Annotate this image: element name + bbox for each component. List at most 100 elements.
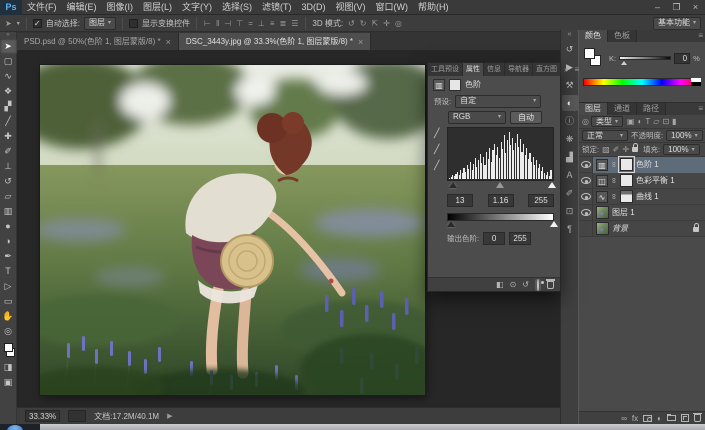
gamma-input-slider[interactable] <box>496 182 505 188</box>
document-tab[interactable]: PSD.psd @ 50%(色阶 1, 图层蒙版/8) * × <box>17 33 179 50</box>
black-input-slider[interactable] <box>449 182 458 188</box>
layer-row-body[interactable]: ▥ ∞ 色阶 1 <box>593 156 705 173</box>
white-point-eyedropper[interactable]: ╱ <box>434 161 446 170</box>
curves-adjustment-thumbnail[interactable]: ∿ <box>596 190 608 203</box>
black-point-eyedropper[interactable]: ╱ <box>434 129 446 138</box>
levels-adjustment-thumbnail[interactable]: ▥ <box>596 158 608 171</box>
filter-image-icon[interactable]: ▣ <box>627 116 635 128</box>
delete-adjustment-icon[interactable] <box>546 279 555 289</box>
move-tool-icon[interactable]: ➤ <box>4 16 13 31</box>
blend-mode-dropdown[interactable]: 正常 ▾ <box>582 130 628 141</box>
output-black-field[interactable]: 0 <box>483 231 506 245</box>
new-layer-icon[interactable] <box>681 414 689 422</box>
color-tab[interactable]: 颜色 <box>579 30 608 42</box>
screen-mode-button[interactable]: ▣ <box>0 375 17 390</box>
black-swatch[interactable] <box>691 82 701 86</box>
layer-visibility-toggle[interactable] <box>579 172 593 189</box>
brush-tool[interactable]: ✐ <box>0 144 17 159</box>
menu-item[interactable]: 编辑(E) <box>62 0 102 15</box>
menu-item[interactable]: 窗口(W) <box>371 0 414 15</box>
spot-healing-brush-tool[interactable]: ✚ <box>0 129 17 144</box>
3d-rotate-icon[interactable]: ↺ <box>347 16 356 31</box>
layer-row-body[interactable]: 背景 <box>593 221 705 237</box>
color-spectrum-ramp[interactable] <box>583 78 701 86</box>
align-left-icon[interactable]: ⊢ <box>203 16 212 31</box>
menu-item[interactable]: 选择(S) <box>217 0 257 15</box>
add-mask-icon[interactable] <box>643 414 653 422</box>
view-previous-state-icon[interactable]: ⊙ <box>510 279 517 290</box>
layer-row[interactable]: ◫ ∞ 色彩平衡 1 <box>579 172 705 189</box>
k-slider[interactable] <box>619 56 672 65</box>
document-tab[interactable]: DSC_3443y.jpg @ 33.3%(色阶 1, 图层蒙版/8) * × <box>178 33 372 50</box>
dodge-tool[interactable]: ◑ <box>0 234 17 249</box>
layer-row[interactable]: ∿ ∞ 曲线 1 <box>579 188 705 205</box>
3d-roll-icon[interactable]: ↻ <box>359 16 368 31</box>
layer-row[interactable]: ▥ ∞ 色阶 1 <box>579 156 705 173</box>
rectangle-tool[interactable]: ▭ <box>0 294 17 309</box>
eraser-tool[interactable]: ▱ <box>0 189 17 204</box>
visibility-toggle-icon[interactable] <box>535 278 541 291</box>
filter-kind-dropdown[interactable]: 类型 ▾ <box>590 116 623 127</box>
menu-item[interactable]: 滤镜(T) <box>257 0 297 15</box>
menu-item[interactable]: 视图(V) <box>331 0 371 15</box>
filter-shape-icon[interactable]: ▱ <box>653 116 659 128</box>
clip-to-layer-icon[interactable]: ◧ <box>496 279 504 290</box>
filter-search-icon[interactable]: ◎ <box>582 116 589 128</box>
filter-toggle[interactable]: ▮ <box>672 116 676 128</box>
lock-icon[interactable] <box>693 222 699 232</box>
link-layers-icon[interactable]: ∞ <box>621 413 627 424</box>
reset-adjustment-icon[interactable]: ↺ <box>522 279 529 290</box>
photo-canvas[interactable] <box>10 53 443 413</box>
fill-field[interactable]: 100% ▾ <box>663 144 700 155</box>
gradient-tool[interactable]: ▥ <box>0 204 17 219</box>
output-gradient-ramp[interactable] <box>447 213 554 221</box>
menu-item[interactable]: 图层(L) <box>138 0 177 15</box>
color-balance-adjustment-thumbnail[interactable]: ◫ <box>596 174 608 187</box>
panel-clone-source-icon[interactable]: ⊡ <box>562 203 578 219</box>
zoom-level-field[interactable]: 33.33% <box>25 410 61 422</box>
color-tab[interactable]: 色板 <box>608 30 637 42</box>
layer-visibility-toggle[interactable] <box>579 220 593 237</box>
k-slider-handle[interactable] <box>621 61 628 65</box>
layers-tab[interactable]: 路径 <box>637 103 666 115</box>
align-right-icon[interactable]: ⊣ <box>223 16 232 31</box>
pen-tool[interactable]: ✒ <box>0 249 17 264</box>
close-button[interactable]: × <box>686 0 705 15</box>
foreground-color-swatch[interactable] <box>584 48 595 59</box>
restore-button[interactable]: ❐ <box>667 0 686 15</box>
tab-close-icon[interactable]: × <box>358 37 363 47</box>
tab-overflow-icon[interactable]: » <box>561 64 571 76</box>
foreground-color-swatch[interactable] <box>3 343 13 352</box>
menu-item[interactable]: 图像(I) <box>102 0 139 15</box>
panel-menu-icon[interactable]: ≡ <box>571 64 582 76</box>
white-input-slider[interactable] <box>547 182 556 188</box>
layer-row[interactable]: 图层 1 <box>579 204 705 221</box>
zoom-tool[interactable]: ◎ <box>0 324 17 339</box>
auto-button[interactable]: 自动 <box>510 110 542 124</box>
path-selection-tool[interactable]: ▷ <box>0 279 17 294</box>
panel-history-icon[interactable]: ↺ <box>562 41 578 57</box>
preset-dropdown[interactable]: 自定 ▾ <box>455 94 542 108</box>
layer-row[interactable]: 背景 <box>579 220 705 237</box>
white-input-field[interactable]: 255 <box>528 194 554 207</box>
align-top-icon[interactable]: ⊤ <box>235 16 244 31</box>
toolbar-grip[interactable]: » <box>6 32 9 39</box>
distribute-v-icon[interactable]: ≣ <box>279 16 288 31</box>
auto-select-dropdown[interactable]: 图层 ▾ <box>83 16 116 30</box>
new-adjustment-icon[interactable]: ◐ <box>657 413 662 424</box>
layer-thumbnail[interactable] <box>596 222 609 235</box>
clone-stamp-tool[interactable]: ⊥ <box>0 159 17 174</box>
blur-tool[interactable]: ● <box>0 219 17 234</box>
black-input-field[interactable]: 13 <box>447 194 473 207</box>
minimize-button[interactable]: – <box>648 0 667 15</box>
panel-tool-presets-icon[interactable]: ⚒ <box>562 77 578 93</box>
filter-smart-object-icon[interactable]: ⊡ <box>662 116 669 128</box>
panel-info-icon[interactable]: ⓘ <box>562 113 578 129</box>
quick-selection-tool[interactable]: ❖ <box>0 84 17 99</box>
align-center-h-icon[interactable]: ‖ <box>215 16 220 31</box>
layer-mask-thumbnail[interactable] <box>620 174 633 187</box>
layer-row-body[interactable]: ◫ ∞ 色彩平衡 1 <box>593 173 705 189</box>
panel-menu-icon[interactable]: ≡ <box>695 103 705 115</box>
lock-position-icon[interactable]: ✛ <box>622 144 629 156</box>
layer-mask-icon[interactable] <box>449 78 461 91</box>
